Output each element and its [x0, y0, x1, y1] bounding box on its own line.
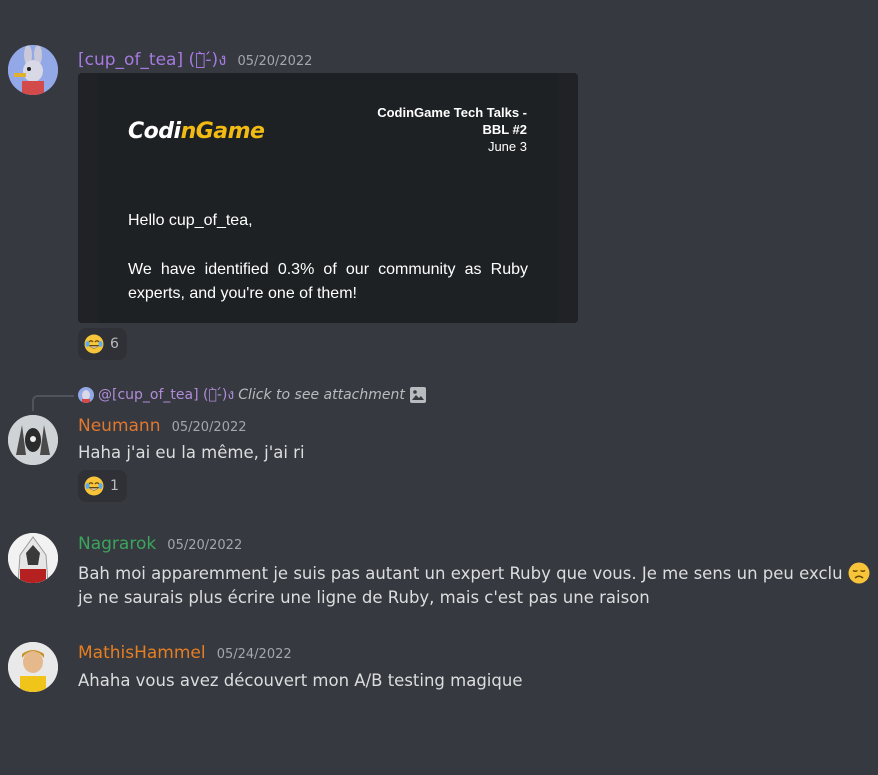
embed-body-text: We have identified 0.3% of our community…: [128, 261, 528, 302]
reply-reference[interactable]: @[cup_of_tea] (ง̀-́)ง Click to see attac…: [78, 385, 427, 405]
message-header: MathisHammel 05/24/2022: [78, 643, 292, 663]
embed-greeting: Hello cup_of_tea,: [128, 212, 253, 229]
username[interactable]: Neumann: [78, 416, 160, 436]
joy-emoji-icon: [84, 476, 104, 496]
embed-event-info: CodinGame Tech Talks - BBL #2 June 3: [377, 105, 527, 154]
message-content: Haha j'ai eu la même, j'ai ri: [78, 443, 305, 462]
timestamp: 05/20/2022: [167, 538, 243, 553]
message-header: Nagrarok 05/20/2022: [78, 534, 242, 554]
timestamp: 05/20/2022: [171, 420, 247, 435]
avatar-mathishammel[interactable]: [8, 642, 58, 692]
reply-text[interactable]: Click to see attachment: [238, 387, 405, 403]
timestamp: 05/24/2022: [216, 647, 292, 662]
avatar-cup-of-tea[interactable]: [8, 45, 58, 95]
assassin-avatar-icon: [8, 533, 58, 583]
message-content-line-1: Bah moi apparemment je suis pas autant u…: [78, 562, 870, 584]
reply-username[interactable]: @[cup_of_tea] (ง̀-́)ง: [98, 384, 234, 406]
message-content: Ahaha vous avez découvert mon A/B testin…: [78, 671, 523, 690]
embed-content: CodinGame CodinGame Tech Talks - BBL #2 …: [98, 73, 558, 323]
message-header: Neumann 05/20/2022: [78, 416, 247, 436]
joy-emoji-icon: [84, 334, 104, 354]
avatar-nagrarok[interactable]: [8, 533, 58, 583]
disappointed-emoji-icon: [848, 562, 870, 584]
message-header: [cup_of_tea] (ง̀-́)ง 05/20/2022: [78, 46, 312, 73]
reaction-joy[interactable]: 1: [78, 470, 127, 502]
image-icon: [409, 387, 426, 403]
person-avatar-icon: [8, 642, 58, 692]
reaction-joy[interactable]: 6: [78, 328, 127, 360]
codingame-logo: CodinGame: [128, 119, 265, 144]
username[interactable]: MathisHammel: [78, 643, 206, 663]
timestamp: 05/20/2022: [237, 54, 313, 69]
avatar-neumann[interactable]: [8, 415, 58, 465]
reaction-count: 6: [110, 336, 119, 352]
reply-spine: [32, 395, 74, 411]
hands-avatar-icon: [8, 415, 58, 465]
username[interactable]: Nagrarok: [78, 534, 156, 554]
username[interactable]: [cup_of_tea] (ง̀-́)ง: [78, 50, 226, 70]
reply-avatar: [78, 387, 94, 403]
embed-card[interactable]: CodinGame CodinGame Tech Talks - BBL #2 …: [78, 73, 578, 323]
donkey-avatar-icon: [8, 45, 58, 95]
reaction-count: 1: [110, 478, 119, 494]
message-content-line-2: je ne saurais plus écrire une ligne de R…: [78, 588, 650, 607]
